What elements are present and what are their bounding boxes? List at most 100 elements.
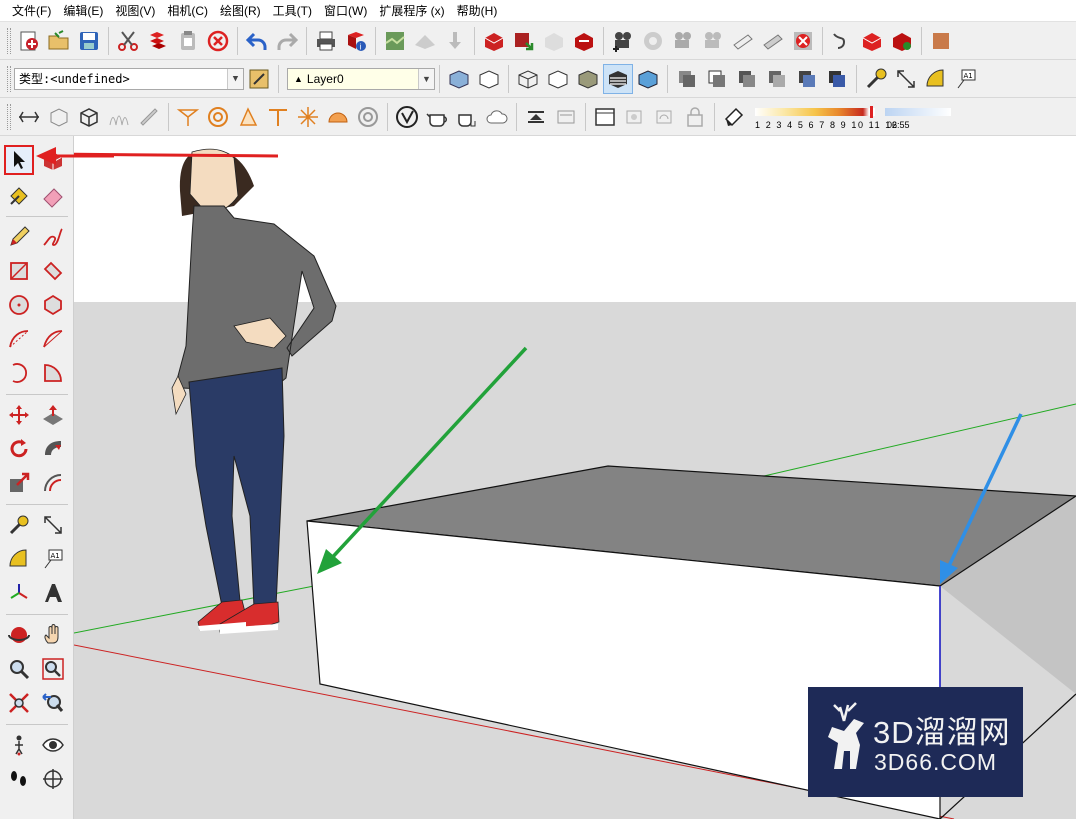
ring-gray-button[interactable] [353, 102, 383, 132]
window-button[interactable] [590, 102, 620, 132]
circle-tool[interactable] [4, 290, 34, 320]
solid-tools-button[interactable] [857, 26, 887, 56]
polygon-tool[interactable] [38, 290, 68, 320]
right-view-button[interactable] [762, 64, 792, 94]
geo-location-button[interactable] [380, 26, 410, 56]
toolbar-grip[interactable] [7, 65, 11, 92]
zoom-extents-tool[interactable] [4, 688, 34, 718]
toolbar-grip[interactable] [7, 27, 11, 54]
move-tool[interactable] [4, 400, 34, 430]
shadow-date-marker[interactable] [870, 105, 873, 118]
protractor-tool[interactable] [4, 544, 34, 574]
rotate-tool[interactable] [4, 434, 34, 464]
monochrome-button[interactable] [633, 64, 663, 94]
spot-light-button[interactable] [620, 102, 650, 132]
type-select[interactable]: 类型:<undefined> ▼ [14, 67, 244, 90]
scale-tool[interactable] [4, 468, 34, 498]
pie-tool[interactable] [38, 358, 68, 388]
toolbar-grip[interactable] [7, 103, 11, 130]
undo-button[interactable] [242, 26, 272, 56]
from-scratch-button[interactable] [74, 102, 104, 132]
open-button[interactable] [44, 26, 74, 56]
menu-view[interactable]: 视图(V) [109, 1, 161, 21]
two-point-arc-tool[interactable] [38, 324, 68, 354]
copy-button[interactable] [143, 26, 173, 56]
scene-previous-button[interactable] [698, 26, 728, 56]
paint-bucket-tool[interactable] [4, 181, 34, 211]
ies-light-button[interactable] [650, 102, 680, 132]
lock-button[interactable] [680, 102, 710, 132]
menu-draw[interactable]: 绘图(R) [214, 1, 267, 21]
section-cuts-button[interactable] [788, 26, 818, 56]
menu-file[interactable]: 文件(F) [6, 1, 57, 21]
top-view-button[interactable] [702, 64, 732, 94]
sandbox-smoove-button[interactable] [14, 102, 44, 132]
omni-light-button[interactable] [521, 102, 551, 132]
dimension-button[interactable] [891, 64, 921, 94]
hidden-line-button[interactable] [543, 64, 573, 94]
redo-button[interactable] [272, 26, 302, 56]
erase-button[interactable] [203, 26, 233, 56]
extra-toolbar-button[interactable] [926, 26, 956, 56]
wireframe-button[interactable] [513, 64, 543, 94]
tape-measure-tool[interactable] [4, 510, 34, 540]
from-contours-button[interactable] [44, 102, 74, 132]
left-view-button[interactable] [822, 64, 852, 94]
protractor-button[interactable] [921, 64, 951, 94]
three-point-arc-tool[interactable] [4, 358, 34, 388]
chevron-down-icon[interactable]: ▼ [227, 68, 243, 89]
previous-view-tool[interactable] [38, 688, 68, 718]
stamp-button[interactable] [134, 102, 164, 132]
circle-orange-button[interactable] [203, 102, 233, 132]
section-plane-button[interactable] [728, 26, 758, 56]
menu-edit[interactable]: 编辑(E) [57, 1, 109, 21]
shadows-button[interactable] [719, 102, 749, 132]
teapot-interactive-button[interactable] [452, 102, 482, 132]
scene-remove-button[interactable] [668, 26, 698, 56]
push-pull-tool[interactable] [38, 400, 68, 430]
follow-me-tool[interactable] [38, 434, 68, 464]
offset-tool[interactable] [38, 468, 68, 498]
rect-light-button[interactable] [551, 102, 581, 132]
terrain-button[interactable] [410, 26, 440, 56]
back-view-button[interactable] [792, 64, 822, 94]
dynamic-components-button[interactable] [887, 26, 917, 56]
menu-extensions[interactable]: 扩展程序 (x) [373, 1, 450, 21]
add-scene-button[interactable] [608, 26, 638, 56]
select-tool[interactable] [4, 145, 34, 175]
walk-tool[interactable] [4, 764, 34, 794]
orbit-tool[interactable] [4, 620, 34, 650]
triangle-orange-button[interactable] [233, 102, 263, 132]
axes-tool[interactable] [4, 578, 34, 608]
dome-orange-button[interactable] [323, 102, 353, 132]
cut-button[interactable] [113, 26, 143, 56]
iso-view-button[interactable] [672, 64, 702, 94]
dimension-tool[interactable] [38, 510, 68, 540]
photo-texture-button[interactable] [440, 26, 470, 56]
save-button[interactable] [74, 26, 104, 56]
extension-warehouse-button[interactable] [569, 26, 599, 56]
rotated-rectangle-tool[interactable] [38, 256, 68, 286]
sandbox-button[interactable] [827, 26, 857, 56]
rectangle-tool[interactable] [4, 256, 34, 286]
share-model-button[interactable] [509, 26, 539, 56]
menu-window[interactable]: 窗口(W) [318, 1, 373, 21]
chevron-down-icon[interactable]: ▼ [418, 68, 434, 89]
text-tool[interactable]: A1 [38, 544, 68, 574]
shaded-textures-button[interactable] [603, 63, 633, 94]
menu-tools[interactable]: 工具(T) [267, 1, 318, 21]
paste-button[interactable] [173, 26, 203, 56]
tape-measure-button[interactable] [861, 64, 891, 94]
section-display-button[interactable] [758, 26, 788, 56]
eraser-tool[interactable] [38, 181, 68, 211]
star-orange-button[interactable] [293, 102, 323, 132]
3d-text-tool[interactable] [38, 578, 68, 608]
back-edges-button[interactable] [474, 64, 504, 94]
section-plane-tool[interactable] [38, 764, 68, 794]
new-button[interactable] [14, 26, 44, 56]
share-component-button[interactable] [539, 26, 569, 56]
smoove-button[interactable] [104, 102, 134, 132]
scene-update-button[interactable] [638, 26, 668, 56]
freehand-tool[interactable] [38, 222, 68, 252]
shadow-date-slider[interactable]: 1 2 3 4 5 6 7 8 9 10 11 12 [753, 102, 897, 132]
